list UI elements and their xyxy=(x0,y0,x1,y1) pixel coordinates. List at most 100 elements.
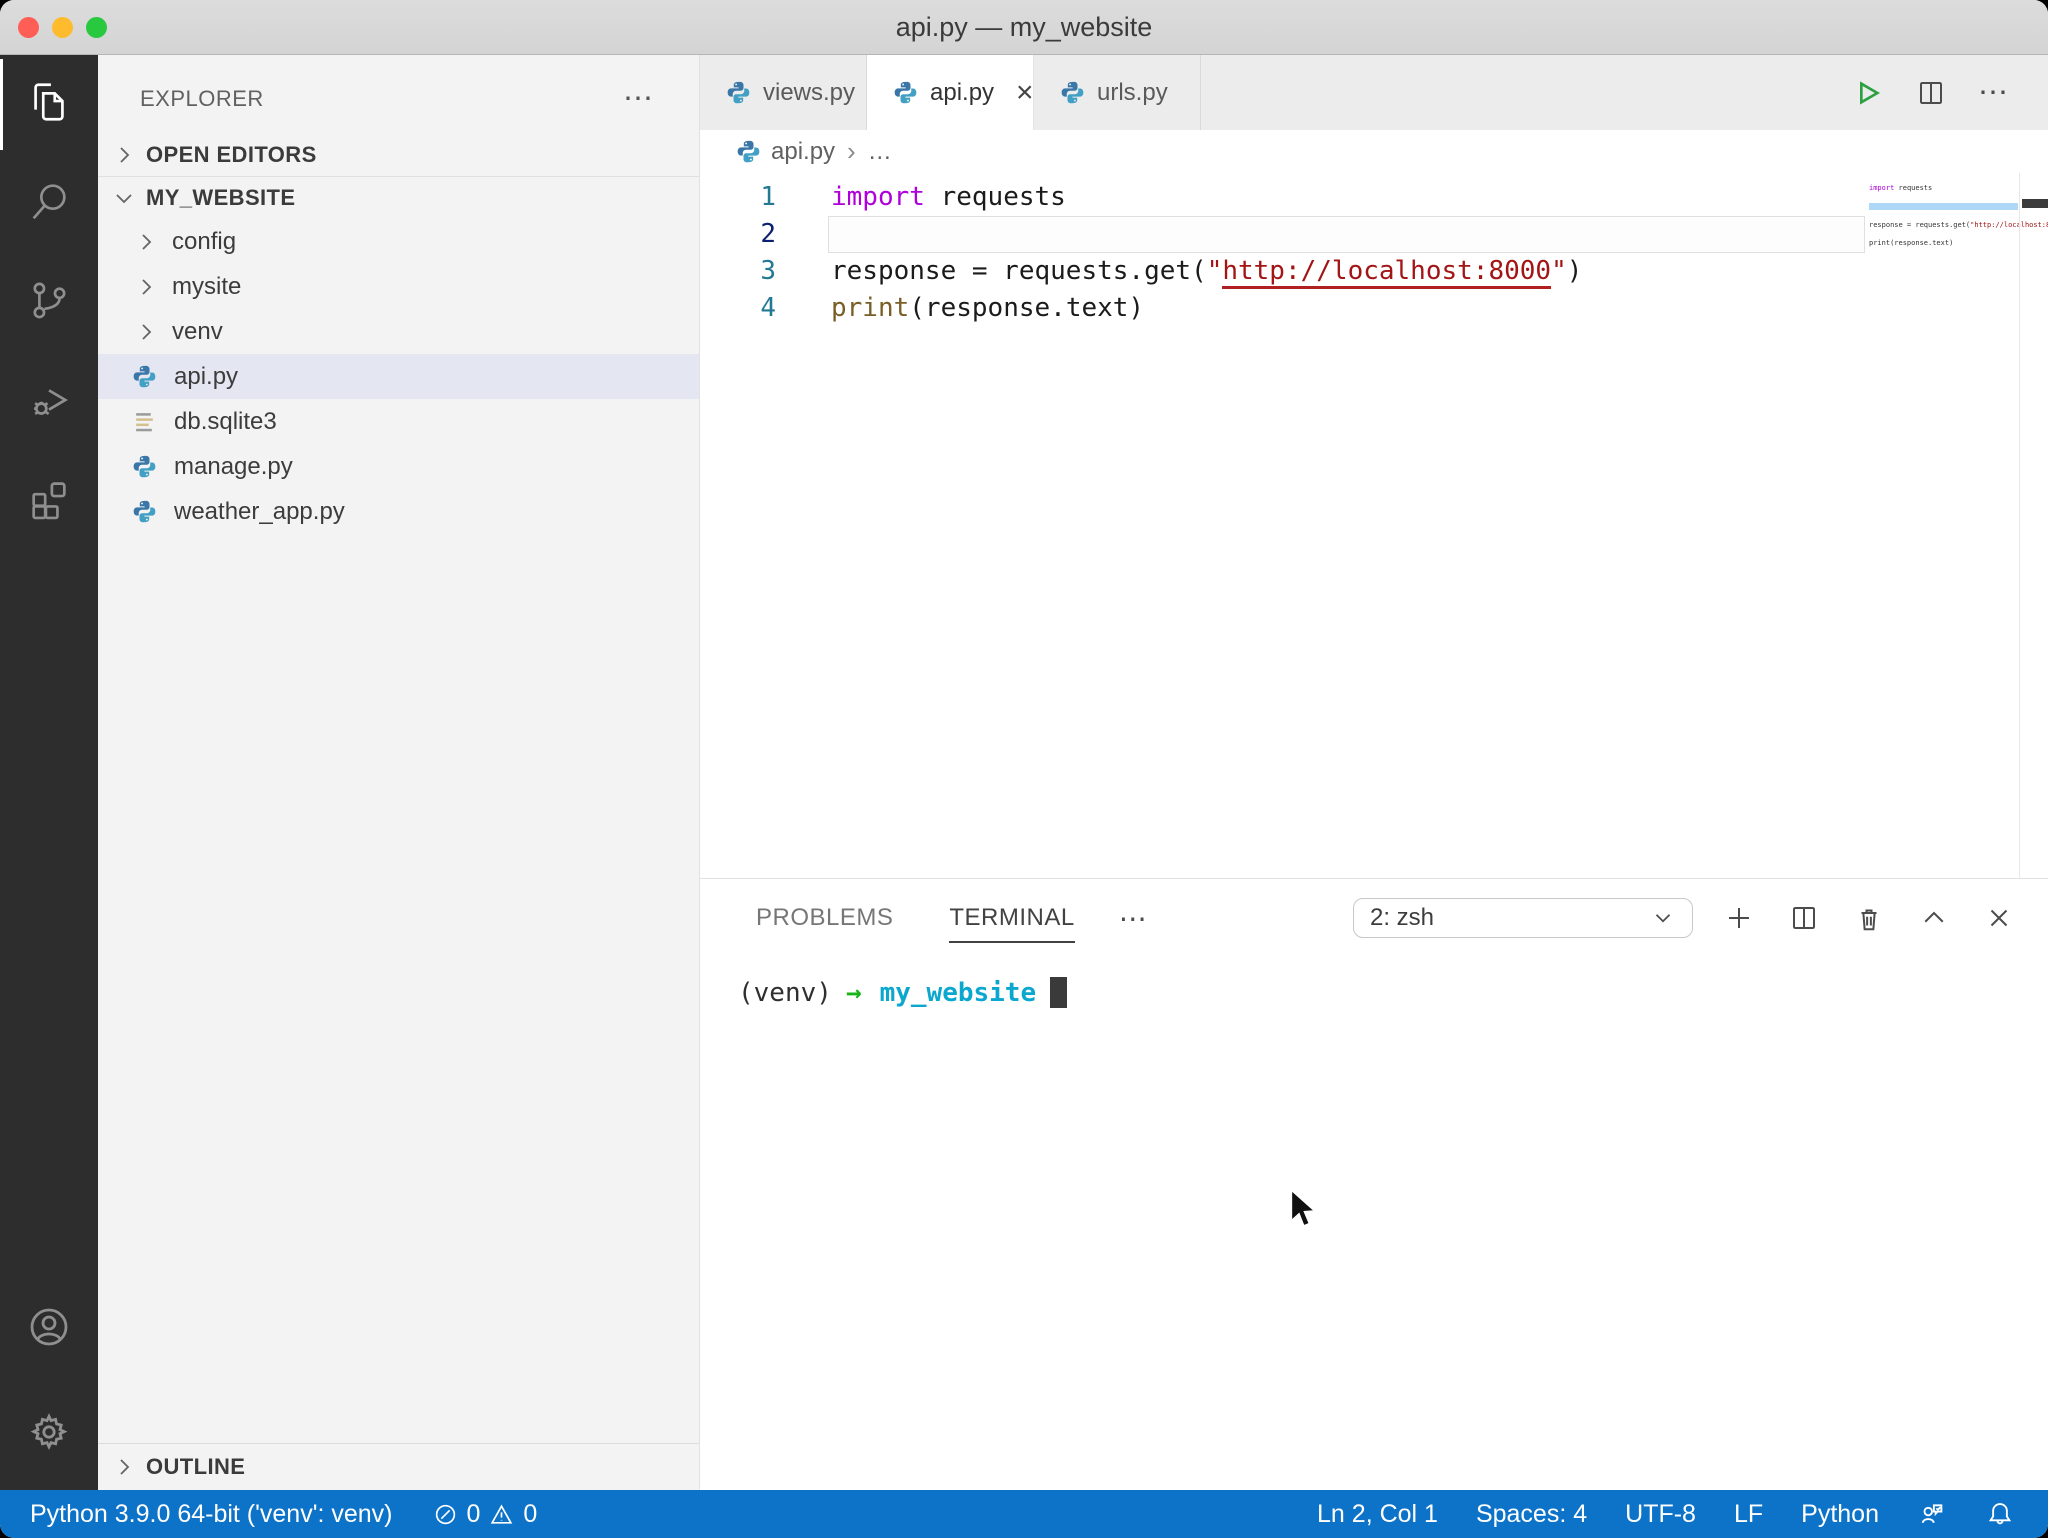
tab-views-py[interactable]: views.py xyxy=(700,55,867,130)
file-name: db.sqlite3 xyxy=(174,407,277,435)
problems-status[interactable]: 0 0 xyxy=(433,1499,538,1529)
python-interpreter-status[interactable]: Python 3.9.0 64-bit ('venv': venv) xyxy=(30,1500,393,1529)
python-file-icon xyxy=(132,499,158,524)
kill-terminal-icon[interactable] xyxy=(1853,902,1885,934)
workspace-root[interactable]: MY_WEBSITE xyxy=(98,177,699,219)
activity-source-control[interactable] xyxy=(0,253,98,352)
python-file-icon xyxy=(736,139,761,164)
split-editor-button[interactable] xyxy=(1915,77,1947,109)
open-editors-section[interactable]: OPEN EDITORS xyxy=(98,134,699,176)
file-row-weather_app.py[interactable]: weather_app.py xyxy=(98,489,699,534)
scrollbar-marker xyxy=(2022,199,2048,208)
tab-label: views.py xyxy=(763,78,856,106)
terminal-shell-select[interactable]: 2: zsh xyxy=(1353,898,1693,938)
feedback-icon[interactable] xyxy=(1917,1499,1947,1529)
code-line-4: 4 print(response.text) xyxy=(700,290,2048,327)
mouse-cursor xyxy=(1288,1187,1322,1237)
sidebar-title: EXPLORER xyxy=(140,85,264,111)
close-panel-icon[interactable] xyxy=(1983,902,2015,934)
tab-urls-py[interactable]: urls.py xyxy=(1034,55,1201,130)
breadcrumb-symbol[interactable]: … xyxy=(868,138,892,166)
source-control-icon xyxy=(26,277,72,328)
workspace-root-label: MY_WEBSITE xyxy=(146,185,296,210)
panel-header: PROBLEMS TERMINAL ⋯ 2: zsh xyxy=(700,879,2048,957)
outline-section[interactable]: OUTLINE xyxy=(98,1443,699,1490)
chevron-down-icon xyxy=(1650,905,1676,931)
tab-label: urls.py xyxy=(1097,78,1168,106)
code-editor[interactable]: 1 import requests 2 3 response = request… xyxy=(700,173,2048,878)
code-line-3: 3 response = requests.get("http://localh… xyxy=(700,253,2048,290)
eol-status[interactable]: LF xyxy=(1734,1500,1763,1529)
chevron-right-icon xyxy=(112,143,136,167)
file-row-mysite[interactable]: mysite xyxy=(98,264,699,309)
activity-search[interactable] xyxy=(0,154,98,253)
editor-region: views.py api.py × urls.py ⋯ api.py › … 1… xyxy=(699,55,2048,1490)
python-file-icon xyxy=(1060,80,1085,105)
breadcrumb[interactable]: api.py › … xyxy=(700,130,2048,173)
file-row-manage.py[interactable]: manage.py xyxy=(98,444,699,489)
tab-problems[interactable]: PROBLEMS xyxy=(756,879,893,957)
accounts-button[interactable] xyxy=(0,1280,98,1379)
terminal-cwd: my_website xyxy=(879,977,1037,1008)
warning-count: 0 xyxy=(523,1499,538,1528)
open-editors-label: OPEN EDITORS xyxy=(146,142,317,167)
maximize-panel-icon[interactable] xyxy=(1918,902,1950,934)
tab-api-py[interactable]: api.py × xyxy=(867,55,1034,130)
python-file-icon xyxy=(132,364,158,389)
editor-tab-bar: views.py api.py × urls.py ⋯ xyxy=(700,55,2048,130)
line-number: 4 xyxy=(760,293,776,323)
minimap-current-line xyxy=(1869,203,2018,210)
url-link[interactable]: http://localhost:8000 xyxy=(1222,256,1552,289)
editor-more-actions[interactable]: ⋯ xyxy=(1978,76,2010,109)
minimize-window-button[interactable] xyxy=(52,17,73,38)
chevron-right-icon xyxy=(134,275,162,299)
activity-extensions[interactable] xyxy=(0,451,98,550)
gear-icon xyxy=(25,1408,73,1461)
minimap[interactable]: import requests response = requests.get(… xyxy=(1869,173,2048,878)
new-terminal-icon[interactable] xyxy=(1723,902,1755,934)
panel-more-actions[interactable]: ⋯ xyxy=(1119,902,1149,935)
language-mode-status[interactable]: Python xyxy=(1801,1500,1879,1529)
account-icon xyxy=(25,1303,73,1356)
line-number: 3 xyxy=(760,256,776,286)
title-bar: api.py — my_website xyxy=(0,0,2048,55)
file-name: manage.py xyxy=(174,452,293,480)
prompt-arrow-icon: → xyxy=(845,977,862,1008)
breadcrumb-separator: › xyxy=(847,136,856,166)
search-icon xyxy=(26,178,72,229)
python-file-icon xyxy=(893,80,918,105)
vscode-window: api.py — my_website EXPLORER ⋯ OPEN EDIT… xyxy=(0,0,2048,1538)
notifications-bell-icon[interactable] xyxy=(1985,1499,2015,1529)
status-bar: Python 3.9.0 64-bit ('venv': venv) 0 0 L… xyxy=(0,1490,2048,1538)
activity-run-debug[interactable] xyxy=(0,352,98,451)
split-terminal-icon[interactable] xyxy=(1788,902,1820,934)
run-python-file-button[interactable] xyxy=(1852,77,1884,109)
file-name: mysite xyxy=(172,272,242,300)
file-row-venv[interactable]: venv xyxy=(98,309,699,354)
breadcrumb-file[interactable]: api.py xyxy=(771,138,835,166)
run-debug-icon xyxy=(26,376,72,427)
traffic-lights xyxy=(18,17,107,38)
terminal-output[interactable]: (venv) → my_website xyxy=(700,957,2048,1008)
explorer-sidebar: EXPLORER ⋯ OPEN EDITORS MY_WEBSITE confi… xyxy=(98,55,699,1490)
file-row-config[interactable]: config xyxy=(98,219,699,264)
file-row-api.py[interactable]: api.py xyxy=(98,354,699,399)
indentation-status[interactable]: Spaces: 4 xyxy=(1476,1500,1587,1529)
file-row-db.sqlite3[interactable]: db.sqlite3 xyxy=(98,399,699,444)
explorer-more-actions[interactable]: ⋯ xyxy=(623,81,655,116)
overview-ruler[interactable] xyxy=(2019,173,2048,878)
activity-explorer[interactable] xyxy=(0,55,98,154)
activity-bar xyxy=(0,55,98,1490)
code-line-2: 2 xyxy=(700,216,2048,253)
settings-button[interactable] xyxy=(0,1385,98,1484)
line-number: 2 xyxy=(760,219,776,249)
cursor-position-status[interactable]: Ln 2, Col 1 xyxy=(1317,1500,1438,1529)
zoom-window-button[interactable] xyxy=(86,17,107,38)
tab-terminal[interactable]: TERMINAL xyxy=(949,879,1076,957)
close-window-button[interactable] xyxy=(18,17,39,38)
encoding-status[interactable]: UTF-8 xyxy=(1625,1500,1696,1529)
chevron-right-icon xyxy=(134,230,162,254)
close-tab-icon[interactable]: × xyxy=(1016,77,1034,108)
file-name: api.py xyxy=(174,362,239,390)
extensions-icon xyxy=(26,475,72,526)
